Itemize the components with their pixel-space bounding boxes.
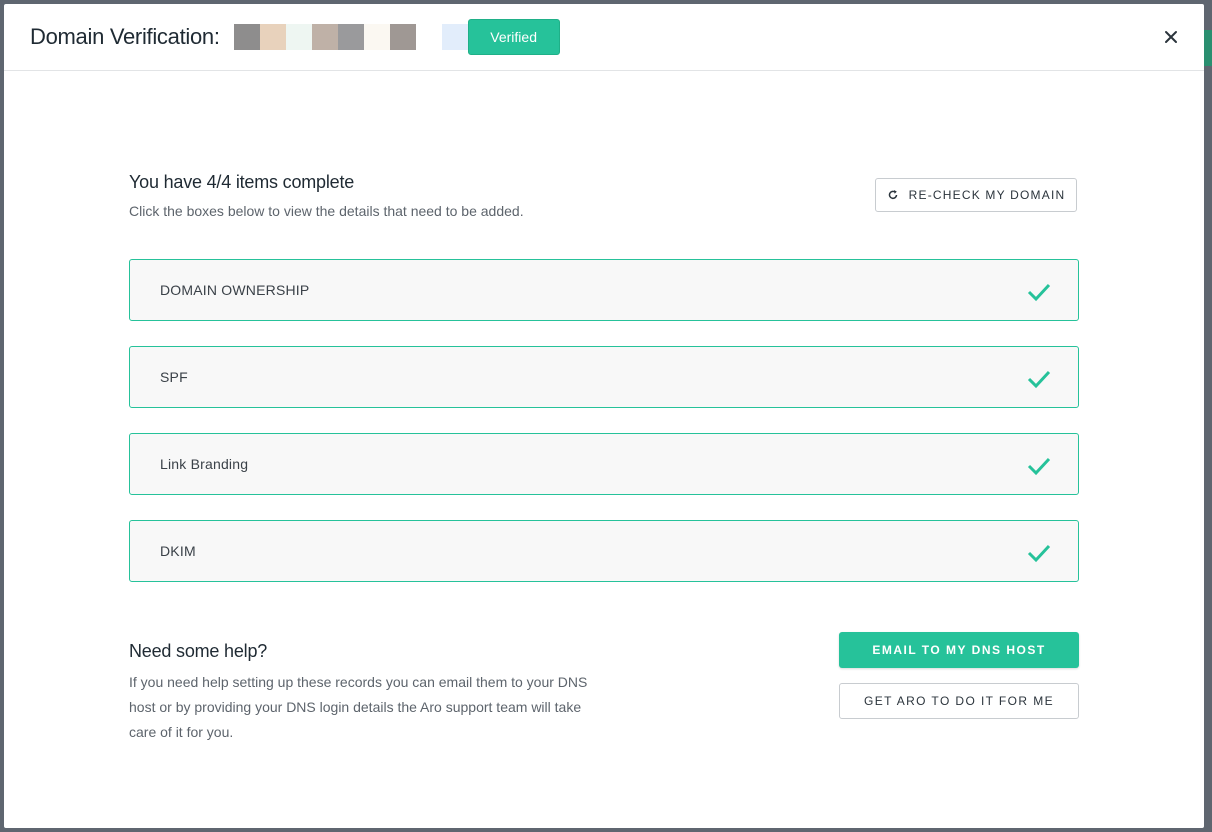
help-text: If you need help setting up these record…	[129, 674, 588, 740]
redaction-swatch	[389, 24, 416, 50]
get-aro-to-do-it-button[interactable]: GET ARO TO DO IT FOR ME	[839, 683, 1079, 719]
completion-heading: You have 4/4 items complete	[129, 172, 355, 192]
item-label: DKIM	[160, 543, 196, 559]
verified-status-badge: Verified	[467, 19, 560, 55]
item-dkim[interactable]: DKIM	[129, 520, 1079, 582]
modal-header: Domain Verification: Verified	[4, 4, 1204, 71]
refresh-icon	[888, 190, 897, 200]
item-spf[interactable]: SPF	[129, 346, 1079, 408]
recheck-domain-label: RE-CHECK MY DOMAIN	[908, 188, 1066, 202]
email-dns-host-button[interactable]: EMAIL TO MY DNS HOST	[839, 632, 1079, 668]
help-title: Need some help?	[129, 641, 268, 661]
redaction-swatch	[337, 24, 364, 50]
redaction-swatch	[363, 24, 390, 50]
checkmark-icon	[1027, 283, 1051, 302]
domain-verification-modal: Domain Verification: Verified You have 4…	[4, 4, 1204, 828]
backdrop-page	[1204, 30, 1212, 66]
item-domain-ownership[interactable]: DOMAIN OWNERSHIP	[129, 259, 1079, 321]
close-button[interactable]	[1160, 26, 1182, 48]
redacted-domain-name	[233, 24, 468, 50]
item-link-branding[interactable]: Link Branding	[129, 433, 1079, 495]
redaction-swatch	[311, 24, 338, 50]
redaction-swatch	[441, 24, 468, 50]
redaction-swatch	[233, 24, 260, 50]
redaction-swatch	[285, 24, 312, 50]
checkmark-icon	[1027, 370, 1051, 389]
redaction-swatch	[415, 24, 442, 50]
checkmark-icon	[1027, 544, 1051, 563]
item-label: Link Branding	[160, 456, 249, 472]
redaction-swatch	[259, 24, 286, 50]
modal-title: Domain Verification:	[30, 24, 220, 49]
item-label: DOMAIN OWNERSHIP	[160, 282, 310, 298]
completion-subtext: Click the boxes below to view the detail…	[129, 203, 524, 219]
recheck-domain-button[interactable]: RE-CHECK MY DOMAIN	[875, 178, 1077, 212]
checkmark-icon	[1027, 457, 1051, 476]
item-label: SPF	[160, 369, 188, 385]
close-icon	[1165, 31, 1177, 43]
